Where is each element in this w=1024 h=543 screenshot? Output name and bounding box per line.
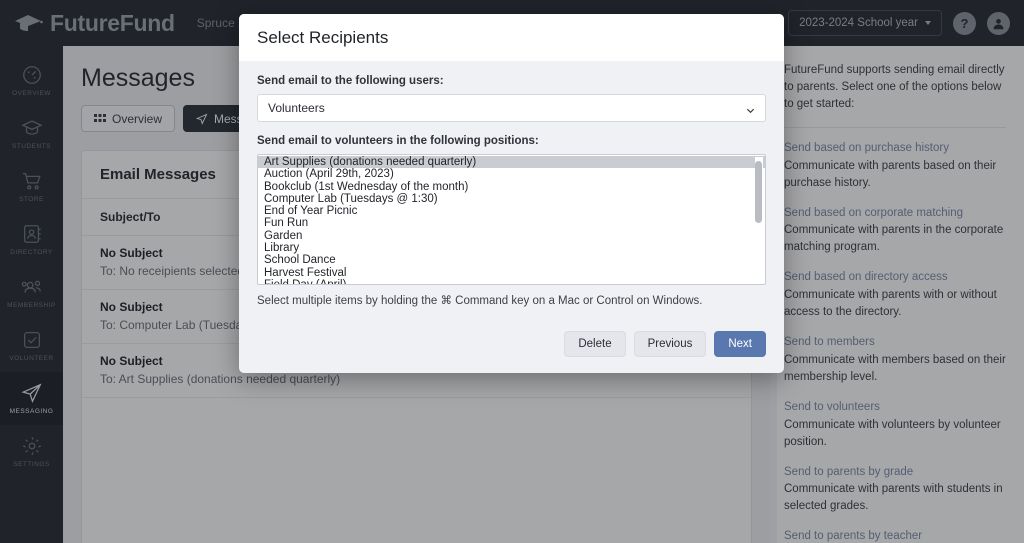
modal-header: Select Recipients (239, 14, 784, 61)
positions-list: Art Supplies (donations needed quarterly… (258, 155, 765, 284)
list-item[interactable]: Computer Lab (Tuesdays @ 1:30) (258, 193, 765, 205)
list-item[interactable]: Bookclub (1st Wednesday of the month) (258, 181, 765, 193)
users-field-label: Send email to the following users: (257, 75, 444, 87)
list-item[interactable]: Garden (258, 230, 765, 242)
app-root: FutureFund Spruce E 2023-2024 School yea… (0, 0, 1024, 543)
positions-listbox[interactable]: Art Supplies (donations needed quarterly… (257, 154, 766, 285)
delete-button[interactable]: Delete (564, 331, 626, 357)
users-select[interactable]: Volunteers (257, 94, 766, 122)
positions-field-label: Send email to volunteers in the followin… (257, 135, 539, 147)
modal-footer: Delete Previous Next (239, 313, 784, 373)
list-item[interactable]: Library (258, 242, 765, 254)
list-item[interactable]: End of Year Picnic (258, 205, 765, 217)
list-item[interactable]: School Dance (258, 254, 765, 266)
select-recipients-modal: Select Recipients Send email to the foll… (239, 14, 784, 373)
users-select-value: Volunteers (268, 101, 325, 115)
scrollbar-thumb[interactable] (755, 161, 762, 223)
multi-select-hint: Select multiple items by holding the ⌘ C… (257, 295, 703, 307)
list-item[interactable]: Art Supplies (donations needed quarterly… (258, 156, 765, 169)
modal-title: Select Recipients (257, 28, 389, 47)
list-item[interactable]: Harvest Festival (258, 267, 765, 279)
list-item[interactable]: Auction (April 29th, 2023) (258, 168, 765, 180)
list-item[interactable]: Field Day (April) (258, 279, 765, 284)
previous-button[interactable]: Previous (633, 331, 707, 357)
next-button[interactable]: Next (714, 331, 766, 357)
modal-body: Send email to the following users: Volun… (239, 61, 784, 313)
listbox-scrollbar[interactable] (755, 157, 763, 284)
chevron-down-icon (746, 104, 755, 113)
list-item[interactable]: Fun Run (258, 217, 765, 229)
